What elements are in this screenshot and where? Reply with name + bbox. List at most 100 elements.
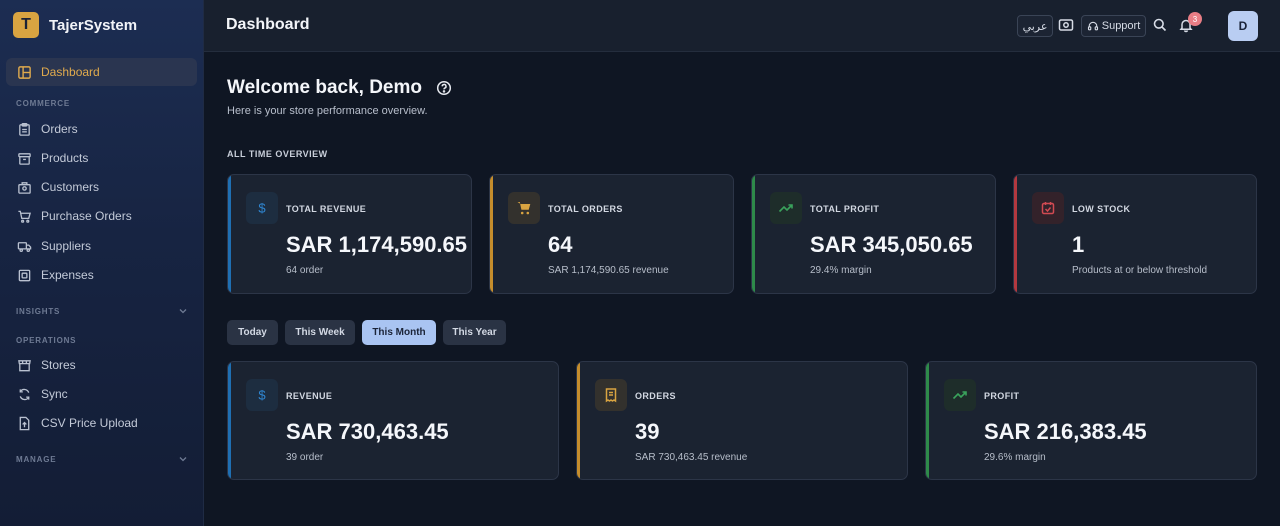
notification-badge: 3	[1188, 12, 1202, 26]
language-button[interactable]: عربي	[1017, 15, 1053, 37]
trending-up-icon	[944, 379, 976, 411]
card-label: TOTAL PROFIT	[810, 204, 880, 214]
tab-today[interactable]: Today	[227, 320, 278, 345]
revenue-card: $ REVENUE SAR 730,463.45 39 order	[227, 361, 559, 480]
sidebar-item-label: Suppliers	[41, 239, 92, 253]
brand[interactable]: T TajerSystem	[13, 12, 137, 38]
orders-card: ORDERS 39 SAR 730,463.45 revenue	[576, 361, 908, 480]
sidebar-item-customers[interactable]: Customers	[6, 173, 197, 201]
store-icon	[17, 358, 32, 373]
calendar-alert-icon	[1032, 192, 1064, 224]
sidebar-item-label: Expenses	[41, 268, 94, 282]
card-value: SAR 1,174,590.65	[286, 232, 468, 257]
section-manage[interactable]: MANAGE	[16, 454, 188, 464]
page-subtitle: Here is your store performance overview.	[227, 105, 428, 117]
card-accent	[577, 362, 580, 479]
card-label: ORDERS	[635, 391, 676, 401]
welcome-heading: Welcome back, Demo	[227, 77, 452, 99]
card-label: TOTAL ORDERS	[548, 204, 623, 214]
box-icon	[17, 151, 32, 166]
card-subtext: Products at or below threshold	[1072, 265, 1208, 276]
sidebar-item-orders[interactable]: Orders	[6, 115, 197, 143]
sidebar-item-label: Orders	[41, 122, 78, 136]
help-icon[interactable]	[436, 80, 452, 96]
sidebar-item-label: CSV Price Upload	[41, 416, 138, 430]
svg-text:$: $	[258, 201, 266, 216]
tab-this-month[interactable]: This Month	[362, 320, 436, 345]
card-subtext: SAR 730,463.45 revenue	[635, 452, 748, 463]
sidebar-item-label: Customers	[41, 180, 100, 194]
brand-name: TajerSystem	[49, 16, 138, 34]
card-label: PROFIT	[984, 391, 1020, 401]
card-subtext: 39 order	[286, 452, 324, 463]
card-value: SAR 730,463.45	[286, 419, 449, 444]
card-value: SAR 345,050.65	[810, 232, 973, 257]
section-operations: OPERATIONS	[16, 336, 77, 345]
section-insights[interactable]: INSIGHTS	[16, 306, 188, 316]
sidebar-item-sync[interactable]: Sync	[6, 380, 197, 408]
headset-icon	[1087, 21, 1098, 31]
card-accent	[490, 175, 493, 293]
low-stock-card: LOW STOCK 1 Products at or below thresho…	[1013, 174, 1257, 294]
card-accent	[1014, 175, 1017, 293]
total-revenue-card: $ TOTAL REVENUE SAR 1,174,590.65 64 orde…	[227, 174, 472, 294]
card-subtext: 29.4% margin	[810, 265, 872, 276]
sidebar-item-label: Purchase Orders	[41, 209, 132, 223]
card-value: 64	[548, 232, 573, 257]
sidebar-item-products[interactable]: Products	[6, 144, 197, 172]
sidebar-item-label: Sync	[41, 387, 68, 401]
tab-this-year[interactable]: This Year	[443, 320, 506, 345]
total-orders-card: TOTAL ORDERS 64 SAR 1,174,590.65 revenue	[489, 174, 734, 294]
cart-icon	[17, 209, 32, 224]
sync-icon	[17, 387, 32, 402]
page-title: Dashboard	[226, 16, 310, 33]
sidebar-item-stores[interactable]: Stores	[6, 351, 197, 379]
profit-card: PROFIT SAR 216,383.45 29.6% margin	[925, 361, 1257, 480]
currency-icon[interactable]	[1058, 17, 1074, 33]
clipboard-icon	[17, 122, 32, 137]
card-accent	[228, 175, 231, 293]
section-commerce: COMMERCE	[16, 99, 70, 108]
sidebar-item-purchase-orders[interactable]: Purchase Orders	[6, 202, 197, 230]
support-label: Support	[1101, 20, 1141, 32]
card-subtext: 64 order	[286, 265, 324, 276]
total-profit-card: TOTAL PROFIT SAR 345,050.65 29.4% margin	[751, 174, 996, 294]
card-accent	[752, 175, 755, 293]
sidebar-item-label: Products	[41, 151, 89, 165]
support-button[interactable]: Support	[1081, 15, 1146, 37]
file-upload-icon	[17, 416, 32, 431]
trending-up-icon	[770, 192, 802, 224]
chevron-down-icon	[179, 309, 187, 314]
receipt-icon	[595, 379, 627, 411]
dollar-icon: $	[246, 192, 278, 224]
truck-icon	[17, 239, 32, 254]
dollar-icon: $	[246, 379, 278, 411]
topbar: Dashboard عربي Support 3 D	[204, 0, 1280, 52]
card-label: REVENUE	[286, 391, 333, 401]
card-value: 1	[1072, 232, 1085, 257]
avatar[interactable]: D	[1228, 11, 1258, 41]
card-accent	[228, 362, 231, 479]
overview-label: ALL TIME OVERVIEW	[227, 149, 328, 159]
sidebar-item-dashboard[interactable]: Dashboard	[6, 58, 197, 86]
sidebar-item-suppliers[interactable]: Suppliers	[6, 232, 197, 260]
customers-icon	[17, 180, 32, 195]
tab-this-week[interactable]: This Week	[285, 320, 355, 345]
sidebar-item-expenses[interactable]: Expenses	[6, 261, 197, 289]
sidebar: T TajerSystem Dashboard COMMERCE Orders …	[0, 0, 204, 526]
sidebar-item-label: Stores	[41, 358, 76, 372]
dashboard-icon	[17, 65, 32, 80]
card-subtext: SAR 1,174,590.65 revenue	[548, 265, 669, 276]
svg-text:$: $	[258, 388, 266, 403]
card-label: TOTAL REVENUE	[286, 204, 367, 214]
card-value: 39	[635, 419, 660, 444]
card-value: SAR 216,383.45	[984, 419, 1147, 444]
card-label: LOW STOCK	[1072, 204, 1131, 214]
receipt-icon	[17, 268, 32, 283]
card-subtext: 29.6% margin	[984, 452, 1046, 463]
sidebar-item-csv-price-upload[interactable]: CSV Price Upload	[6, 409, 197, 437]
sidebar-item-label: Dashboard	[41, 65, 100, 79]
search-icon[interactable]	[1152, 17, 1168, 33]
cart-icon	[508, 192, 540, 224]
chevron-down-icon	[179, 457, 187, 462]
